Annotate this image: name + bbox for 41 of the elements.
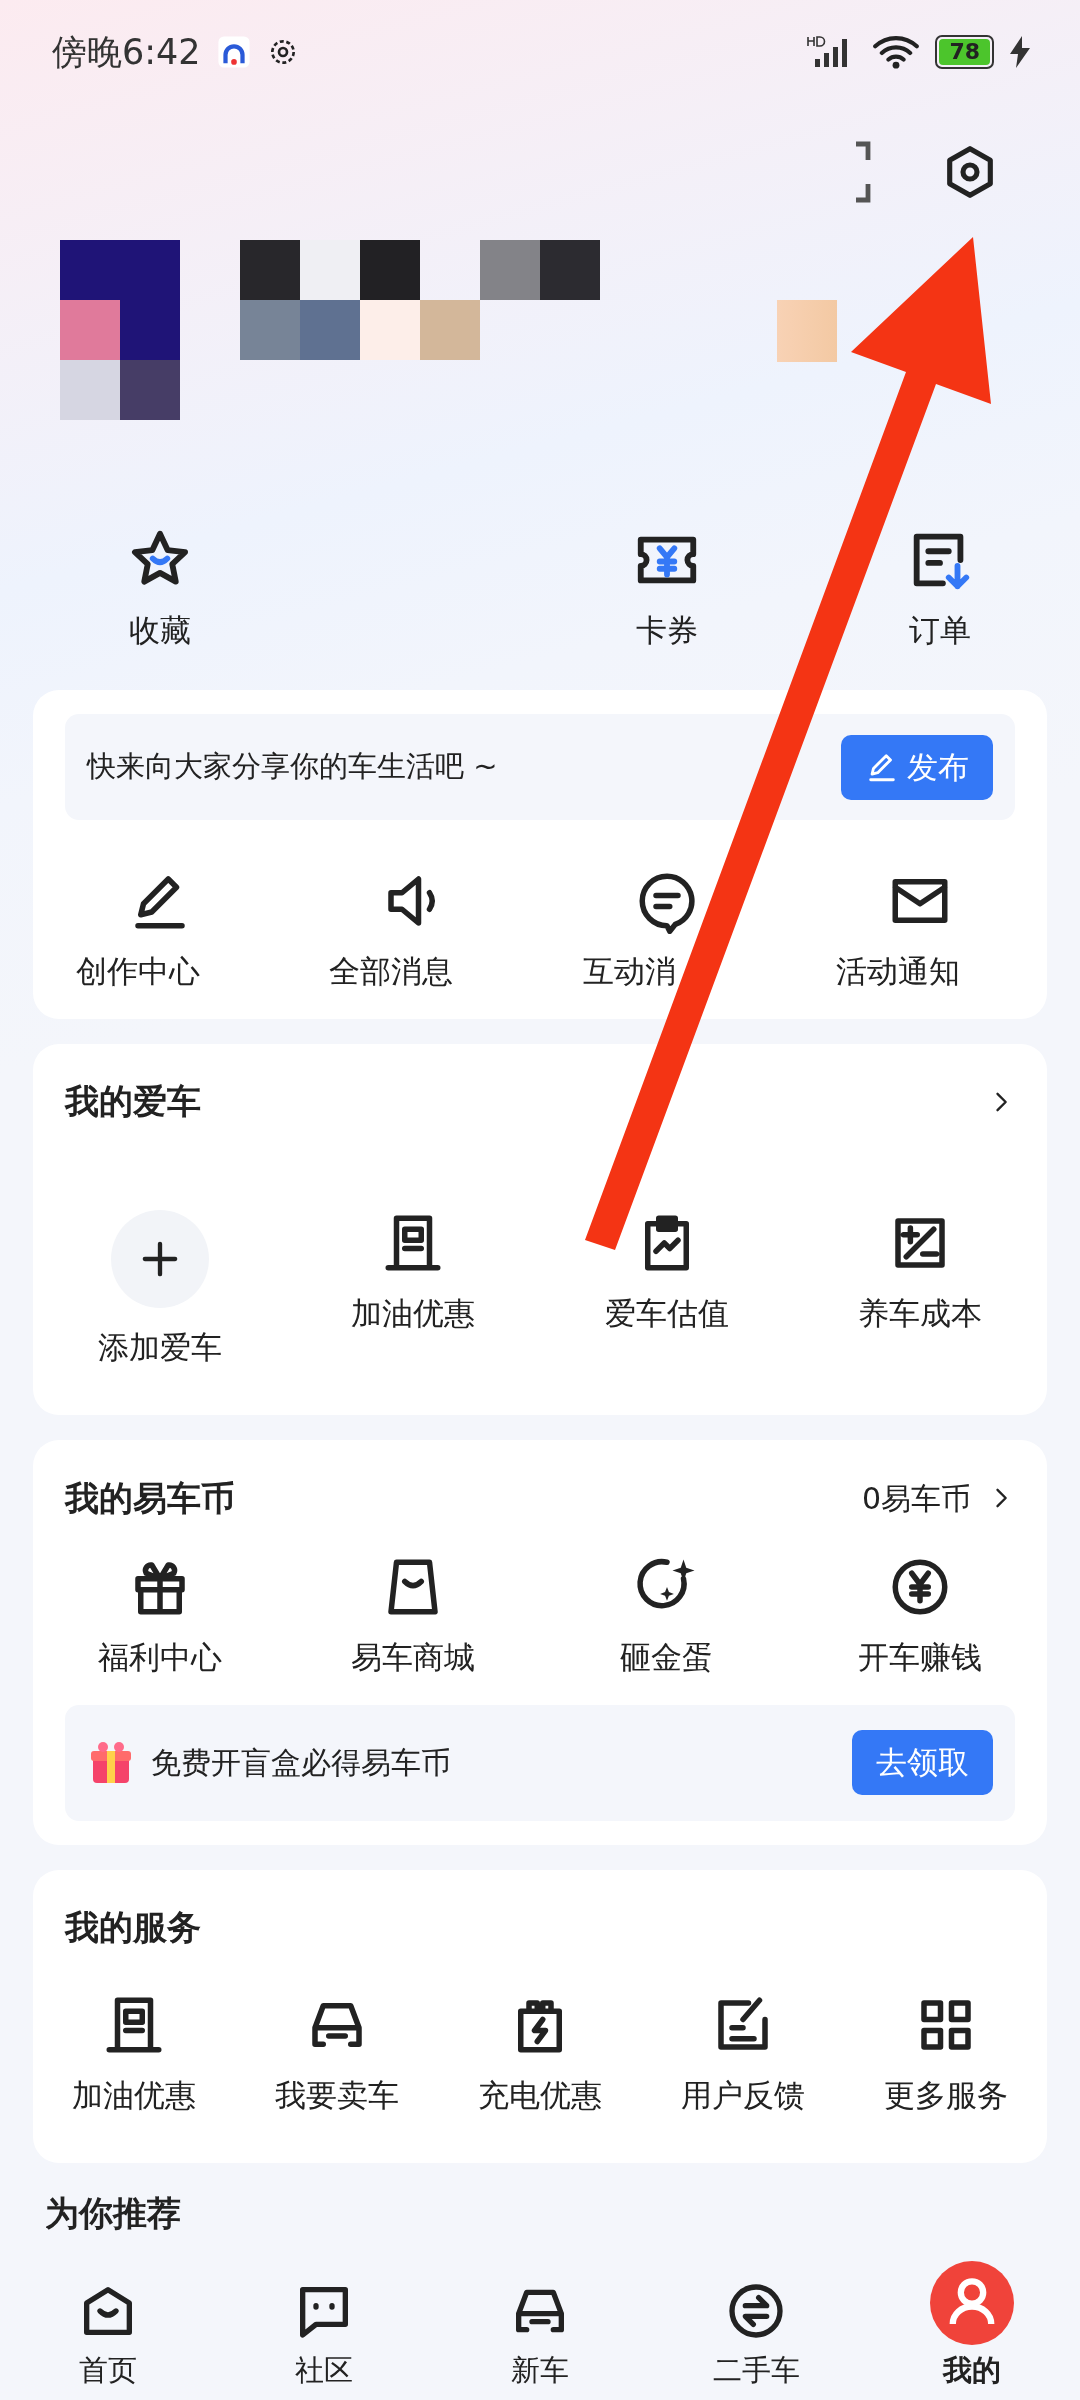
claim-button[interactable]: 去领取 [852, 1730, 993, 1795]
shortcut-item[interactable]: 爱车估值 [540, 1209, 794, 1370]
shortcut-item[interactable]: 卡券 [622, 525, 712, 654]
nav-tab[interactable]: 二手车 [648, 2260, 864, 2400]
section-title: 我的易车币 [65, 1476, 235, 1520]
share-prompt: 快来向大家分享你的车生活吧 ~ [87, 748, 498, 786]
shortcut-item[interactable]: 养车成本 [793, 1209, 1047, 1370]
shortcut-item[interactable]: 用户反馈 [641, 1991, 845, 2118]
promo-bar[interactable]: 免费开盲盒必得易车币 去领取 [65, 1704, 1015, 1821]
shortcut-item[interactable]: 收藏 [115, 525, 205, 654]
nav-tab[interactable]: 我的 [864, 2260, 1080, 2400]
shortcut-item[interactable]: 活动通知 [793, 868, 1047, 995]
shortcut-item[interactable]: 订单 [895, 525, 985, 654]
app-notification-icon [216, 34, 251, 70]
shortcut-item[interactable]: 砸金蛋 [540, 1554, 794, 1681]
shortcut-item[interactable]: 加油优惠 [33, 1991, 236, 2118]
nav-tab[interactable]: 社区 [216, 2260, 432, 2400]
shortcut-item[interactable]: 易车商城 [286, 1554, 540, 1681]
battery-level: 78 [939, 39, 990, 65]
section-title: 我的服务 [65, 1906, 201, 1949]
shortcut-item[interactable]: 创作中心 [33, 868, 287, 995]
promo-text: 免费开盲盒必得易车币 [151, 1744, 451, 1782]
publish-button[interactable]: 发布 [841, 734, 993, 800]
status-time: 傍晚6:42 [52, 30, 201, 74]
shortcut-item[interactable]: 全部消息 [286, 868, 540, 995]
shortcut-item[interactable]: 互动消 [540, 868, 794, 995]
shortcut-item[interactable]: 我要卖车 [235, 1991, 439, 2118]
section-title: 我的爱车 [65, 1080, 201, 1123]
charging-icon [1010, 36, 1030, 68]
wifi-icon [873, 35, 920, 69]
shortcut-item[interactable]: 福利中心 [33, 1554, 287, 1681]
shortcut-item[interactable]: 加油优惠 [286, 1209, 540, 1370]
share-bar[interactable]: 快来向大家分享你的车生活吧 ~ 发布 [65, 714, 1015, 820]
nav-tab[interactable]: 首页 [0, 2260, 216, 2400]
shortcut-item[interactable]: 添加爱车 [33, 1209, 287, 1370]
shortcut-item[interactable]: 更多服务 [844, 1991, 1047, 2118]
shortcut-item[interactable]: 开车赚钱 [793, 1554, 1047, 1681]
section-title: 为你推荐 [44, 2192, 182, 2235]
nav-tab[interactable]: 新车 [432, 2260, 648, 2400]
shortcut-item[interactable]: 充电优惠 [438, 1991, 642, 2118]
coin-balance-link[interactable]: 0易车币 [861, 1475, 1015, 1521]
